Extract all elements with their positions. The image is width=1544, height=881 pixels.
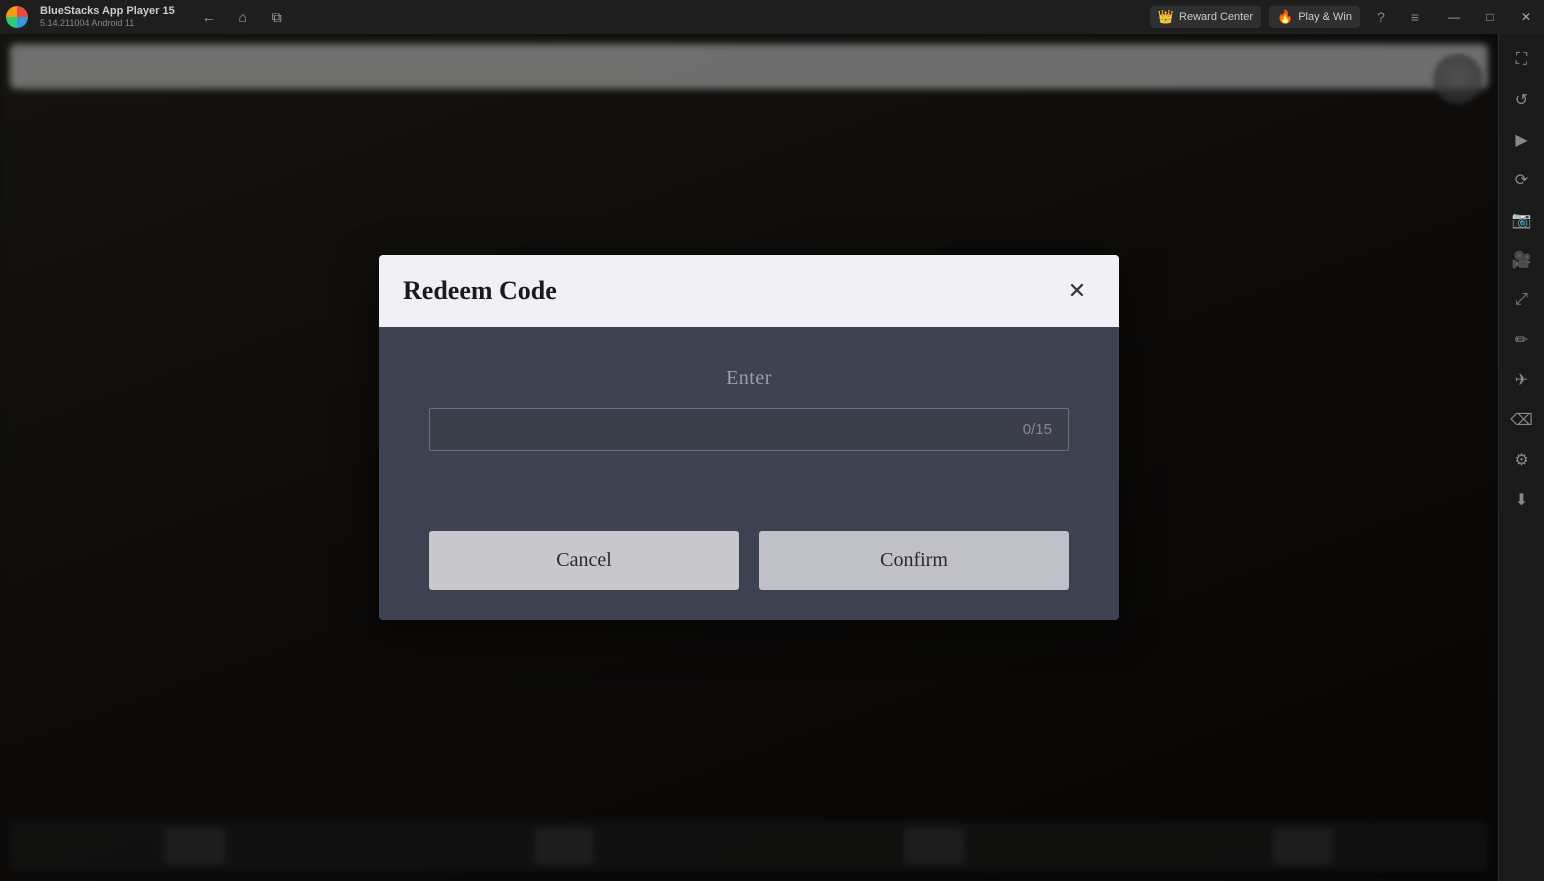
reward-center-label: Reward Center — [1179, 11, 1253, 23]
home-button[interactable]: ⌂ — [229, 3, 257, 31]
main-content: Redeem Code ✕ Enter 0/15 Cancel Confirm — [0, 34, 1498, 881]
screenshot-icon[interactable]: 📷 — [1504, 202, 1540, 238]
app-version: 5.14.211004 Android 11 — [40, 18, 175, 29]
dialog-title: Redeem Code — [403, 276, 557, 306]
airplane-icon[interactable]: ✈ — [1504, 362, 1540, 398]
cancel-button[interactable]: Cancel — [429, 531, 739, 590]
titlebar-nav: ← ⌂ ⧉ — [195, 3, 291, 31]
bluestacks-logo — [0, 0, 34, 34]
bs-logo-circle — [6, 6, 28, 28]
modal-overlay: Redeem Code ✕ Enter 0/15 Cancel Confirm — [0, 34, 1498, 881]
back-button[interactable]: ← — [195, 3, 223, 31]
settings-icon[interactable]: ⚙ — [1504, 442, 1540, 478]
eraser-icon[interactable]: ⌫ — [1504, 402, 1540, 438]
titlebar-actions: 👑 Reward Center 🔥 Play & Win ? ≡ — [1150, 4, 1428, 30]
play-win-label: Play & Win — [1298, 11, 1352, 23]
fit-icon[interactable]: ⤢ — [1504, 282, 1540, 318]
app-name: BlueStacks App Player 15 — [40, 5, 175, 18]
refresh-icon[interactable]: ⟳ — [1504, 162, 1540, 198]
expand-icon[interactable]: ⛶ — [1504, 42, 1540, 78]
rotate-icon[interactable]: ↺ — [1504, 82, 1540, 118]
dialog-footer: Cancel Confirm — [379, 531, 1119, 620]
minimize-button[interactable]: — — [1436, 0, 1472, 34]
code-counter: 0/15 — [1023, 421, 1052, 438]
download-icon[interactable]: ⬇ — [1504, 482, 1540, 518]
redeem-code-dialog: Redeem Code ✕ Enter 0/15 Cancel Confirm — [379, 255, 1119, 620]
menu-button[interactable]: ≡ — [1402, 4, 1428, 30]
help-button[interactable]: ? — [1368, 4, 1394, 30]
dialog-close-button[interactable]: ✕ — [1059, 273, 1095, 309]
play-icon[interactable]: ▶ — [1504, 122, 1540, 158]
confirm-button[interactable]: Confirm — [759, 531, 1069, 590]
window-controls: — □ ✕ — [1436, 0, 1544, 34]
maximize-button[interactable]: □ — [1472, 0, 1508, 34]
dialog-body: Enter 0/15 — [379, 327, 1119, 531]
copy-button[interactable]: ⧉ — [263, 3, 291, 31]
camera-icon[interactable]: 🎥 — [1504, 242, 1540, 278]
titlebar: BlueStacks App Player 15 5.14.211004 And… — [0, 0, 1544, 34]
fire-icon: 🔥 — [1277, 9, 1293, 25]
crown-icon: 👑 — [1158, 9, 1174, 25]
app-info: BlueStacks App Player 15 5.14.211004 And… — [40, 5, 175, 29]
code-input-wrapper: 0/15 — [429, 408, 1069, 451]
edit-icon[interactable]: ✏ — [1504, 322, 1540, 358]
enter-label: Enter — [726, 367, 772, 390]
code-input[interactable] — [430, 409, 1008, 450]
dialog-header: Redeem Code ✕ — [379, 255, 1119, 327]
close-button[interactable]: ✕ — [1508, 0, 1544, 34]
play-win-button[interactable]: 🔥 Play & Win — [1269, 6, 1360, 28]
right-sidebar: ⛶ ↺ ▶ ⟳ 📷 🎥 ⤢ ✏ ✈ ⌫ ⚙ ⬇ — [1498, 34, 1544, 881]
reward-center-button[interactable]: 👑 Reward Center — [1150, 6, 1261, 28]
